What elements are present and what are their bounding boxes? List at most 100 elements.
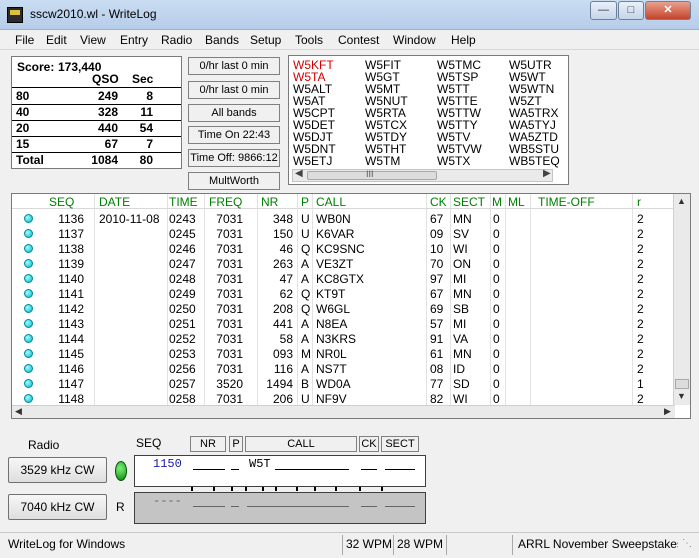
- writelog-app-icon[interactable]: [7, 7, 23, 23]
- menu-contest[interactable]: Contest: [338, 33, 379, 47]
- col-header-ml[interactable]: ML: [508, 195, 525, 209]
- log-grid[interactable]: SEQ DATE TIME FREQ NR P CALL CK SECT M M…: [11, 193, 691, 419]
- partial-call-list[interactable]: W5KFT W5TA W5ALT W5AT W5CPT W5DET W5DJT W5DNT W5…: [288, 55, 569, 185]
- menu-view[interactable]: View: [80, 33, 106, 47]
- scroll-right-icon[interactable]: ▶: [664, 406, 671, 417]
- cell-call: NS7T: [316, 362, 347, 376]
- menu-tools[interactable]: Tools: [295, 33, 323, 47]
- log-row[interactable]: 1142 0250 7031 208 Q W6GL 69 SB 0 2: [12, 301, 690, 316]
- vscroll-thumb[interactable]: [675, 379, 689, 389]
- col-header-seq[interactable]: SEQ: [49, 195, 74, 209]
- scroll-left-icon[interactable]: ◀: [15, 406, 22, 417]
- cell-m: 0: [493, 287, 500, 301]
- col-header-time[interactable]: TIME: [169, 195, 198, 209]
- menu-bands[interactable]: Bands: [205, 33, 239, 47]
- cell-m: 0: [493, 302, 500, 316]
- close-button[interactable]: ✕: [645, 1, 691, 20]
- log-vscroll[interactable]: ▲ ▼: [673, 194, 690, 405]
- ck-input-2[interactable]: [361, 506, 377, 507]
- log-hscroll[interactable]: ◀ ▶: [12, 405, 675, 418]
- log-row[interactable]: 1141 0249 7031 62 Q KT9T 67 MN 0 2: [12, 286, 690, 301]
- col-header-call[interactable]: CALL: [316, 195, 346, 209]
- log-row[interactable]: 1144 0252 7031 58 A N3KRS 91 VA 0 2: [12, 331, 690, 346]
- menu-setup[interactable]: Setup: [250, 33, 281, 47]
- log-row[interactable]: 1140 0248 7031 47 A KC8GTX 97 MI 0 2: [12, 271, 690, 286]
- call-input[interactable]: W5T: [249, 457, 271, 471]
- log-row[interactable]: 1137 0245 7031 150 U K6VAR 09 SV 0 2: [12, 226, 690, 241]
- menu-file[interactable]: File: [15, 33, 34, 47]
- partial-call-item[interactable]: W5TM: [365, 155, 400, 167]
- entry-line-inactive[interactable]: ----: [134, 492, 426, 524]
- col-header-p[interactable]: P: [301, 195, 309, 209]
- seq-label: SEQ: [136, 436, 162, 450]
- scroll-right-icon[interactable]: ▶: [543, 168, 551, 179]
- field-header-call[interactable]: CALL: [245, 436, 357, 452]
- ck-input[interactable]: [361, 469, 377, 470]
- hscroll-thumb[interactable]: III: [307, 169, 437, 180]
- p-input[interactable]: [231, 469, 239, 470]
- scroll-left-icon[interactable]: ◀: [295, 168, 303, 179]
- menu-radio[interactable]: Radio: [161, 33, 192, 47]
- title-bar[interactable]: sscw2010.wl - WriteLog — □ ✕: [0, 0, 699, 30]
- cell-p: U: [301, 392, 310, 406]
- entry-line-active[interactable]: 1150 W5T: [134, 455, 426, 487]
- cell-seq: 1142: [58, 302, 84, 316]
- call-input-2[interactable]: [247, 506, 349, 507]
- cell-r: 2: [637, 332, 644, 346]
- radio-2-frequency-button[interactable]: 7040 kHz CW: [8, 494, 107, 520]
- log-row[interactable]: 1143 0251 7031 441 A N8EA 57 MI 0 2: [12, 316, 690, 331]
- field-header-p[interactable]: P: [229, 436, 243, 452]
- resize-grip-icon[interactable]: ⋱: [682, 535, 696, 555]
- score-col-sec: Sec: [132, 72, 154, 86]
- field-header-sect[interactable]: SECT: [381, 436, 419, 452]
- partial-call-item[interactable]: W5TX: [437, 155, 470, 167]
- menu-help[interactable]: Help: [451, 33, 476, 47]
- col-header-date[interactable]: DATE: [99, 195, 130, 209]
- log-row[interactable]: 1136 2010-11-08 0243 7031 348 U WB0N 67 MN 0 2: [12, 211, 690, 226]
- cell-ck: 09: [430, 227, 444, 241]
- time-off-display[interactable]: Time Off: 9866:12: [188, 149, 280, 167]
- col-header-nr[interactable]: NR: [261, 195, 278, 209]
- sect-input-2[interactable]: [385, 506, 415, 507]
- time-on-display[interactable]: Time On 22:43: [188, 126, 280, 144]
- menu-edit[interactable]: Edit: [46, 33, 67, 47]
- bands-filter-button[interactable]: All bands: [188, 104, 280, 122]
- scroll-up-icon[interactable]: ▲: [677, 196, 686, 206]
- maximize-button[interactable]: □: [618, 1, 644, 20]
- col-header-time-off[interactable]: TIME-OFF: [538, 195, 595, 209]
- log-row[interactable]: 1147 0257 3520 1494 B WD0A 77 SD 0 1: [12, 376, 690, 391]
- log-row[interactable]: 1148 0258 7031 206 U NF9V 82 WI 0 2: [12, 391, 690, 406]
- field-header-ck[interactable]: CK: [359, 436, 379, 452]
- cell-sect: WI: [453, 392, 468, 406]
- field-header-nr[interactable]: NR: [190, 436, 226, 452]
- partial-call-item[interactable]: WB5TEQ: [509, 155, 560, 167]
- sect-input[interactable]: [385, 469, 415, 470]
- scroll-down-icon[interactable]: ▼: [677, 391, 686, 401]
- nr-input[interactable]: [193, 469, 225, 470]
- mult-worth-button[interactable]: MultWorth: [188, 172, 280, 190]
- radio-1-frequency-button[interactable]: 3529 kHz CW: [8, 457, 107, 483]
- field-tick: [245, 487, 247, 491]
- nr-input-2[interactable]: [193, 506, 225, 507]
- cell-p: A: [301, 317, 310, 331]
- col-header-sect[interactable]: SECT: [453, 195, 485, 209]
- col-header-m[interactable]: M: [492, 195, 502, 209]
- log-row[interactable]: 1145 0253 7031 093 M NR0L 61 MN 0 2: [12, 346, 690, 361]
- partial-call-hscroll[interactable]: ◀ III ▶: [292, 168, 553, 182]
- col-header-r[interactable]: r: [637, 195, 641, 209]
- partial-call-item[interactable]: W5ETJ: [293, 155, 332, 167]
- rate-display-2[interactable]: 0/hr last 0 min: [188, 81, 280, 99]
- cell-ck: 82: [430, 392, 444, 406]
- score-row: 40 328 11: [12, 105, 181, 121]
- menu-window[interactable]: Window: [393, 33, 436, 47]
- log-row[interactable]: 1146 0256 7031 116 A NS7T 08 ID 0 2: [12, 361, 690, 376]
- p-input-2[interactable]: [231, 506, 239, 507]
- menu-entry[interactable]: Entry: [120, 33, 148, 47]
- log-row[interactable]: 1139 0247 7031 263 A VE3ZT 70 ON 0 2: [12, 256, 690, 271]
- col-header-freq[interactable]: FREQ: [209, 195, 242, 209]
- minimize-button[interactable]: —: [590, 1, 617, 20]
- col-header-ck[interactable]: CK: [430, 195, 447, 209]
- log-row[interactable]: 1138 0246 7031 46 Q KC9SNC 10 WI 0 2: [12, 241, 690, 256]
- rate-display-1[interactable]: 0/hr last 0 min: [188, 57, 280, 75]
- menu-bar: File Edit View Entry Radio Bands Setup T…: [0, 30, 699, 50]
